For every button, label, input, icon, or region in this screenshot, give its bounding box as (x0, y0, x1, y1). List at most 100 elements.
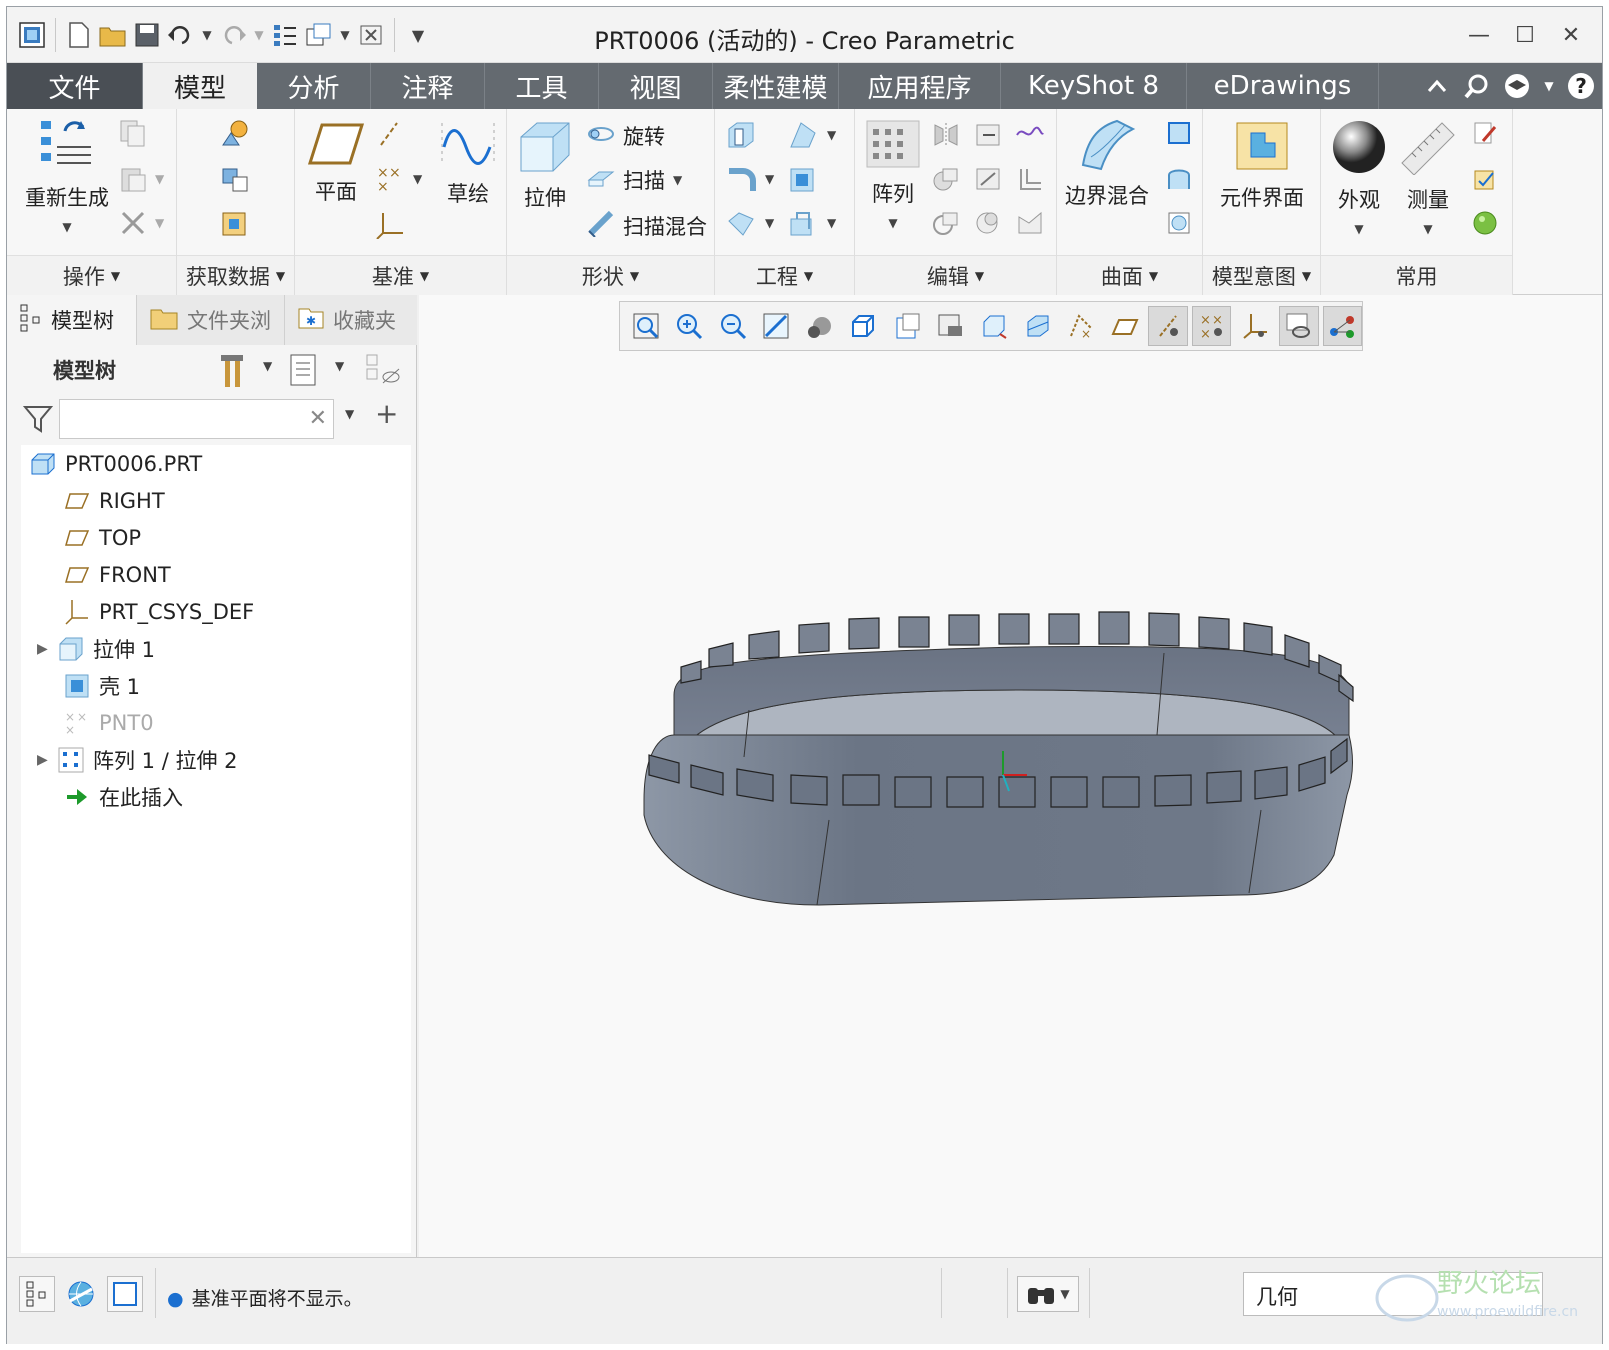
extrude-button[interactable]: 拉伸 (513, 119, 577, 212)
group-model-intent-label[interactable]: 模型意图 ▼ (1203, 255, 1320, 295)
tab-favorites[interactable]: ✱ 收藏夹 (285, 295, 417, 345)
intersect-icon[interactable] (931, 209, 961, 237)
tab-annotate[interactable]: 注释 (371, 63, 485, 109)
fill-surface-icon[interactable] (1165, 119, 1193, 147)
round-icon[interactable]: ▼ (725, 165, 774, 193)
shell-icon[interactable] (787, 165, 819, 193)
appearance-button[interactable]: 外观 ▼ (1329, 119, 1389, 238)
group-editing-label[interactable]: 编辑 ▼ (855, 255, 1056, 295)
group-get-data-label[interactable]: 获取数据 ▼ (177, 255, 294, 295)
tab-model-tree[interactable]: 模型树 (7, 295, 137, 345)
tab-folder-browser[interactable]: 文件夹浏 (137, 295, 285, 345)
tree-item-insert-here[interactable]: 在此插入 (63, 778, 183, 815)
group-surfaces-label[interactable]: 曲面 ▼ (1057, 255, 1202, 295)
find-button[interactable]: ▼ (1017, 1276, 1079, 1312)
full-screen-icon[interactable] (107, 1276, 143, 1312)
boundary-blend-button[interactable]: 边界混合 (1061, 117, 1153, 210)
model-check-icon[interactable] (1471, 165, 1499, 193)
tree-search-input[interactable] (66, 400, 306, 436)
status-light-icon[interactable] (1471, 209, 1499, 237)
sweep-button[interactable]: 扫描 ▼ (587, 165, 682, 195)
clear-search-icon[interactable]: ✕ (309, 406, 327, 431)
learning-connector-icon[interactable] (1502, 71, 1532, 101)
toggle-navigator-icon[interactable] (19, 1276, 55, 1312)
tree-item-top[interactable]: TOP (63, 519, 141, 556)
tree-item-extrude-1[interactable]: ▶ 拉伸 1 (37, 630, 155, 667)
tab-view[interactable]: 视图 (599, 63, 713, 109)
close-button[interactable]: ✕ (1548, 17, 1594, 53)
tree-settings-dropdown-icon[interactable]: ▼ (263, 359, 272, 373)
paste-icon[interactable]: ▼ (119, 165, 164, 193)
search-options-dropdown-icon[interactable]: ▼ (345, 407, 354, 421)
edit-definition-icon[interactable] (1471, 119, 1499, 147)
delete-icon[interactable]: ▼ (119, 209, 164, 237)
csys-icon[interactable] (375, 209, 405, 239)
copy-icon[interactable] (119, 119, 147, 147)
collapse-ribbon-icon[interactable] (1422, 71, 1452, 101)
chamfer-icon[interactable]: ▼ (725, 209, 774, 237)
project-icon[interactable] (1015, 121, 1045, 149)
draft-icon[interactable]: ▼ (787, 121, 836, 149)
regenerate-button[interactable]: 重新生成 ▼ (15, 117, 119, 236)
minimize-button[interactable]: — (1456, 17, 1502, 53)
merge-icon[interactable] (931, 165, 961, 193)
toggle-browser-icon[interactable] (63, 1276, 99, 1312)
tab-model[interactable]: 模型 (143, 63, 257, 109)
show-dropdown-icon[interactable]: ▼ (335, 359, 344, 373)
sketch-button[interactable]: 草绘 (435, 119, 501, 208)
group-datum-label[interactable]: 基准 ▼ (295, 255, 506, 295)
help-dropdown-icon[interactable]: ▼ (1542, 71, 1556, 101)
tab-keyshot[interactable]: KeyShot 8 (1001, 63, 1187, 109)
shrinkwrap-icon[interactable] (219, 209, 251, 239)
pattern-button[interactable]: 阵列 ▼ (863, 119, 923, 232)
expand-arrow-icon[interactable]: ▶ (37, 641, 57, 657)
tab-flexible-modeling[interactable]: 柔性建模 (713, 63, 839, 109)
revolve-button[interactable]: 旋转 (587, 121, 665, 151)
trim-icon[interactable] (973, 165, 1003, 193)
tab-edrawings[interactable]: eDrawings (1187, 63, 1379, 109)
maximize-button[interactable]: ☐ (1502, 17, 1548, 53)
mirror-icon[interactable] (931, 121, 961, 149)
help-icon[interactable]: ? (1566, 71, 1596, 101)
filter-icon[interactable] (22, 403, 54, 437)
freestyle-icon[interactable] (1165, 209, 1193, 237)
hole-icon[interactable] (725, 121, 757, 149)
tree-item-pnt0[interactable]: × × × PNT0 (63, 704, 154, 741)
tree-item-right[interactable]: RIGHT (63, 482, 165, 519)
add-filter-icon[interactable]: + (375, 397, 398, 430)
swept-blend-button[interactable]: 扫描混合 (587, 209, 707, 242)
tree-search-box[interactable]: ✕ (59, 399, 334, 439)
tree-item-shell-1[interactable]: 壳 1 (63, 667, 140, 704)
component-interface-button[interactable]: 元件界面 (1209, 119, 1315, 212)
extend-icon[interactable] (973, 121, 1003, 149)
model-render[interactable] (419, 295, 1602, 1257)
visibility-toggle-icon[interactable] (365, 353, 401, 391)
solidify-icon[interactable] (1015, 209, 1045, 237)
plane-button[interactable]: 平面 (301, 121, 371, 206)
expand-arrow-icon[interactable]: ▶ (37, 752, 57, 768)
tree-settings-icon[interactable] (217, 353, 249, 393)
rib-icon[interactable]: ▼ (787, 209, 836, 237)
tab-analysis[interactable]: 分析 (257, 63, 371, 109)
user-defined-feature-icon[interactable] (219, 119, 251, 149)
group-shapes-label[interactable]: 形状 ▼ (507, 255, 714, 295)
graphics-area[interactable]: × × × × (419, 295, 1602, 1257)
tab-tools[interactable]: 工具 (485, 63, 599, 109)
datum-axis-icon[interactable] (375, 119, 403, 149)
group-engineering-label[interactable]: 工程 ▼ (715, 255, 854, 295)
tree-item-part[interactable]: PRT0006.PRT (29, 445, 202, 482)
style-surface-icon[interactable] (1165, 165, 1193, 193)
group-operations-label[interactable]: 操作 ▼ (7, 255, 176, 295)
tree-item-front[interactable]: FRONT (63, 556, 171, 593)
tree-item-csys[interactable]: PRT_CSYS_DEF (63, 593, 254, 630)
datum-point-icon[interactable]: × × × ▼ (375, 165, 422, 193)
offset-icon[interactable] (1015, 165, 1045, 193)
tab-file[interactable]: 文件 (7, 63, 143, 109)
tab-applications[interactable]: 应用程序 (839, 63, 1001, 109)
tree-item-pattern-1[interactable]: ▶ 阵列 1 / 拉伸 2 (37, 741, 238, 778)
copy-geometry-icon[interactable] (219, 165, 251, 195)
measure-button[interactable]: 测量 ▼ (1393, 119, 1463, 238)
thicken-icon[interactable] (973, 209, 1003, 237)
show-columns-icon[interactable] (289, 353, 319, 391)
search-icon[interactable] (1462, 71, 1492, 101)
